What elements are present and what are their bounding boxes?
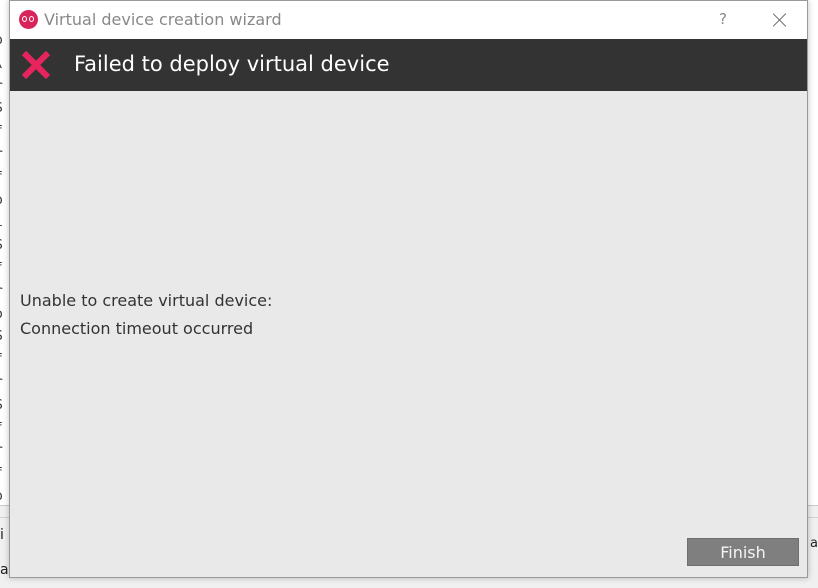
app-logo-icon [19, 10, 38, 29]
close-icon[interactable] [770, 10, 790, 30]
help-button[interactable]: ? [715, 10, 731, 30]
finish-button[interactable]: Finish [687, 538, 799, 566]
dialog-titlebar[interactable]: Virtual device creation wizard ? [10, 1, 807, 39]
background-bottom-text: i [0, 527, 4, 543]
background-bottom-text: a [810, 536, 818, 551]
error-message-line: Unable to create virtual device: [20, 291, 273, 310]
banner-title: Failed to deploy virtual device [74, 52, 390, 76]
dialog-title: Virtual device creation wizard [44, 10, 282, 29]
wizard-dialog: Virtual device creation wizard ? Failed … [9, 0, 808, 578]
error-banner: Failed to deploy virtual device [10, 39, 807, 91]
error-detail-line: Connection timeout occurred [20, 319, 254, 338]
error-x-icon [22, 51, 50, 79]
background-bottom-text: a [0, 562, 9, 578]
dialog-body: Unable to create virtual device: Connect… [10, 91, 807, 577]
